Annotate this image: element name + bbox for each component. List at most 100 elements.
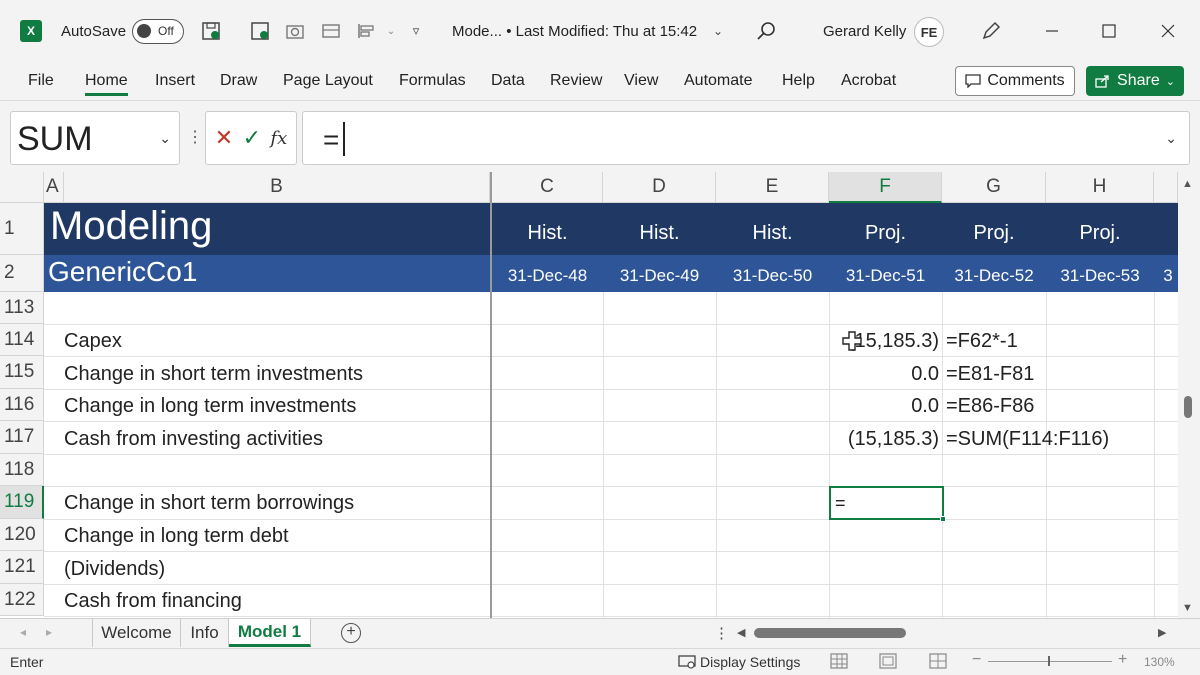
zoom-slider[interactable] bbox=[988, 661, 1112, 662]
page-break-view-icon[interactable] bbox=[929, 653, 947, 669]
formula-text[interactable]: =E81-F81 bbox=[946, 363, 1034, 386]
close-icon[interactable] bbox=[1155, 18, 1181, 44]
row-label[interactable]: (Dividends) bbox=[64, 558, 165, 581]
zoom-slider-knob[interactable] bbox=[1048, 656, 1050, 666]
row-header[interactable]: 119 bbox=[0, 486, 44, 519]
form-icon[interactable] bbox=[320, 20, 342, 42]
align-icon[interactable] bbox=[355, 20, 377, 42]
row-label[interactable]: Capex bbox=[64, 330, 122, 353]
cell-value[interactable]: 0.0 bbox=[829, 363, 939, 386]
row-label[interactable]: Cash from investing activities bbox=[64, 428, 323, 451]
expand-formula-icon[interactable]: ⌄ bbox=[1165, 130, 1177, 147]
row-header[interactable]: 116 bbox=[0, 389, 44, 421]
zoom-level[interactable]: 130% bbox=[1144, 655, 1175, 669]
scroll-thumb[interactable] bbox=[1184, 396, 1192, 418]
tab-view[interactable]: View bbox=[624, 72, 658, 90]
worksheet-grid[interactable]: A B C D E F G H 1 2 Modeling GenericCo1 … bbox=[0, 172, 1178, 618]
sheet-tab-info[interactable]: Info bbox=[181, 619, 229, 647]
cell-value[interactable]: 0.0 bbox=[829, 395, 939, 418]
active-cell[interactable]: = bbox=[829, 486, 946, 522]
tab-file[interactable]: File bbox=[28, 72, 54, 90]
formula-text[interactable]: =F62*-1 bbox=[946, 330, 1018, 353]
tab-data[interactable]: Data bbox=[491, 72, 525, 90]
sheet-tab-welcome[interactable]: Welcome bbox=[92, 619, 181, 647]
row-label[interactable]: Change in long term debt bbox=[64, 525, 289, 548]
tab-formulas[interactable]: Formulas bbox=[399, 72, 466, 90]
column-header-c[interactable]: C bbox=[492, 172, 603, 203]
maximize-icon[interactable] bbox=[1096, 18, 1122, 44]
document-title[interactable]: Mode... • Last Modified: Thu at 15:42 bbox=[452, 23, 697, 40]
enter-check-icon[interactable]: ✓ bbox=[243, 125, 261, 151]
formula-text[interactable]: =SUM(F114:F116) bbox=[946, 428, 1109, 451]
scroll-left-icon[interactable]: ◀ bbox=[737, 626, 745, 639]
name-box[interactable]: SUM ⌄ bbox=[10, 111, 180, 165]
vertical-scrollbar[interactable]: ▲ ▼ bbox=[1178, 172, 1200, 618]
zoom-out-icon[interactable]: − bbox=[972, 651, 981, 669]
tab-help[interactable]: Help bbox=[782, 72, 815, 90]
tab-draw[interactable]: Draw bbox=[220, 72, 257, 90]
row-label[interactable]: Cash from financing bbox=[64, 590, 242, 613]
row-label[interactable]: Change in long term investments bbox=[64, 395, 356, 418]
page-layout-view-icon[interactable] bbox=[879, 653, 897, 669]
column-header-b[interactable]: B bbox=[64, 172, 490, 203]
row-label[interactable]: Change in short term investments bbox=[64, 363, 363, 386]
share-button[interactable]: Share ⌄ bbox=[1086, 66, 1184, 96]
tab-acrobat[interactable]: Acrobat bbox=[841, 72, 896, 90]
row-label[interactable]: Change in short term borrowings bbox=[64, 492, 354, 515]
row-header-2[interactable]: 2 bbox=[0, 255, 44, 292]
pen-icon[interactable] bbox=[980, 20, 1002, 42]
formula-input[interactable]: = ⌄ bbox=[302, 111, 1190, 165]
next-sheet-icon[interactable]: ▸ bbox=[46, 625, 52, 639]
row-header-1[interactable]: 1 bbox=[0, 203, 44, 255]
search-icon[interactable] bbox=[756, 20, 778, 42]
title-chevron-down-icon[interactable]: ⌄ bbox=[707, 20, 729, 42]
row-header[interactable]: 121 bbox=[0, 551, 44, 584]
column-header-a[interactable]: A bbox=[44, 172, 64, 203]
fill-handle[interactable] bbox=[940, 516, 946, 522]
more-options-icon[interactable]: ⋮ bbox=[187, 127, 203, 147]
row-header[interactable]: 120 bbox=[0, 519, 44, 551]
row-header[interactable]: 117 bbox=[0, 421, 44, 454]
column-header-next[interactable] bbox=[1154, 172, 1178, 203]
tab-page-layout[interactable]: Page Layout bbox=[283, 72, 373, 90]
add-sheet-button[interactable]: + bbox=[341, 623, 361, 643]
row-header[interactable]: 113 bbox=[0, 292, 44, 324]
normal-view-icon[interactable] bbox=[830, 653, 848, 669]
customize-toolbar-icon[interactable]: ▿ bbox=[405, 20, 427, 42]
minimize-icon[interactable] bbox=[1039, 18, 1065, 44]
cancel-icon[interactable]: ✕ bbox=[215, 125, 233, 151]
save-icon[interactable] bbox=[200, 20, 222, 42]
prev-sheet-icon[interactable]: ◂ bbox=[20, 625, 26, 639]
tab-automate[interactable]: Automate bbox=[684, 72, 752, 90]
scroll-up-icon[interactable]: ▲ bbox=[1182, 178, 1193, 190]
tab-insert[interactable]: Insert bbox=[155, 72, 195, 90]
name-box-dropdown-icon[interactable]: ⌄ bbox=[159, 130, 171, 147]
select-all-corner[interactable] bbox=[0, 172, 44, 203]
column-header-h[interactable]: H bbox=[1046, 172, 1154, 203]
cell-value[interactable]: (15,185.3) bbox=[829, 428, 939, 451]
avatar[interactable]: FE bbox=[914, 17, 944, 47]
scroll-right-icon[interactable]: ▶ bbox=[1158, 626, 1166, 639]
scroll-down-icon[interactable]: ▼ bbox=[1182, 602, 1193, 614]
user-name[interactable]: Gerard Kelly bbox=[823, 23, 906, 40]
autosave-toggle[interactable]: Off bbox=[132, 19, 184, 44]
tab-review[interactable]: Review bbox=[550, 72, 602, 90]
zoom-in-icon[interactable]: + bbox=[1118, 651, 1127, 669]
row-header[interactable]: 122 bbox=[0, 584, 44, 616]
column-header-d[interactable]: D bbox=[603, 172, 716, 203]
chevron-down-icon[interactable]: ⌄ bbox=[380, 20, 402, 42]
more-sheets-icon[interactable]: ⋮ bbox=[714, 624, 729, 642]
horizontal-scroll-thumb[interactable] bbox=[754, 628, 906, 638]
column-header-g[interactable]: G bbox=[942, 172, 1046, 203]
row-header[interactable]: 118 bbox=[0, 454, 44, 486]
sheet-tab-model-1[interactable]: Model 1 bbox=[229, 619, 311, 647]
row-header[interactable]: 114 bbox=[0, 324, 44, 356]
insert-function-icon[interactable]: fx bbox=[270, 128, 287, 149]
share-chevron-icon[interactable]: ⌄ bbox=[1166, 75, 1175, 88]
column-header-e[interactable]: E bbox=[716, 172, 829, 203]
tab-home[interactable]: Home bbox=[85, 72, 128, 96]
column-header-f[interactable]: F bbox=[829, 172, 942, 203]
save-as-icon[interactable] bbox=[249, 20, 271, 42]
camera-icon[interactable] bbox=[284, 20, 306, 42]
display-settings-button[interactable]: Display Settings bbox=[678, 654, 800, 670]
